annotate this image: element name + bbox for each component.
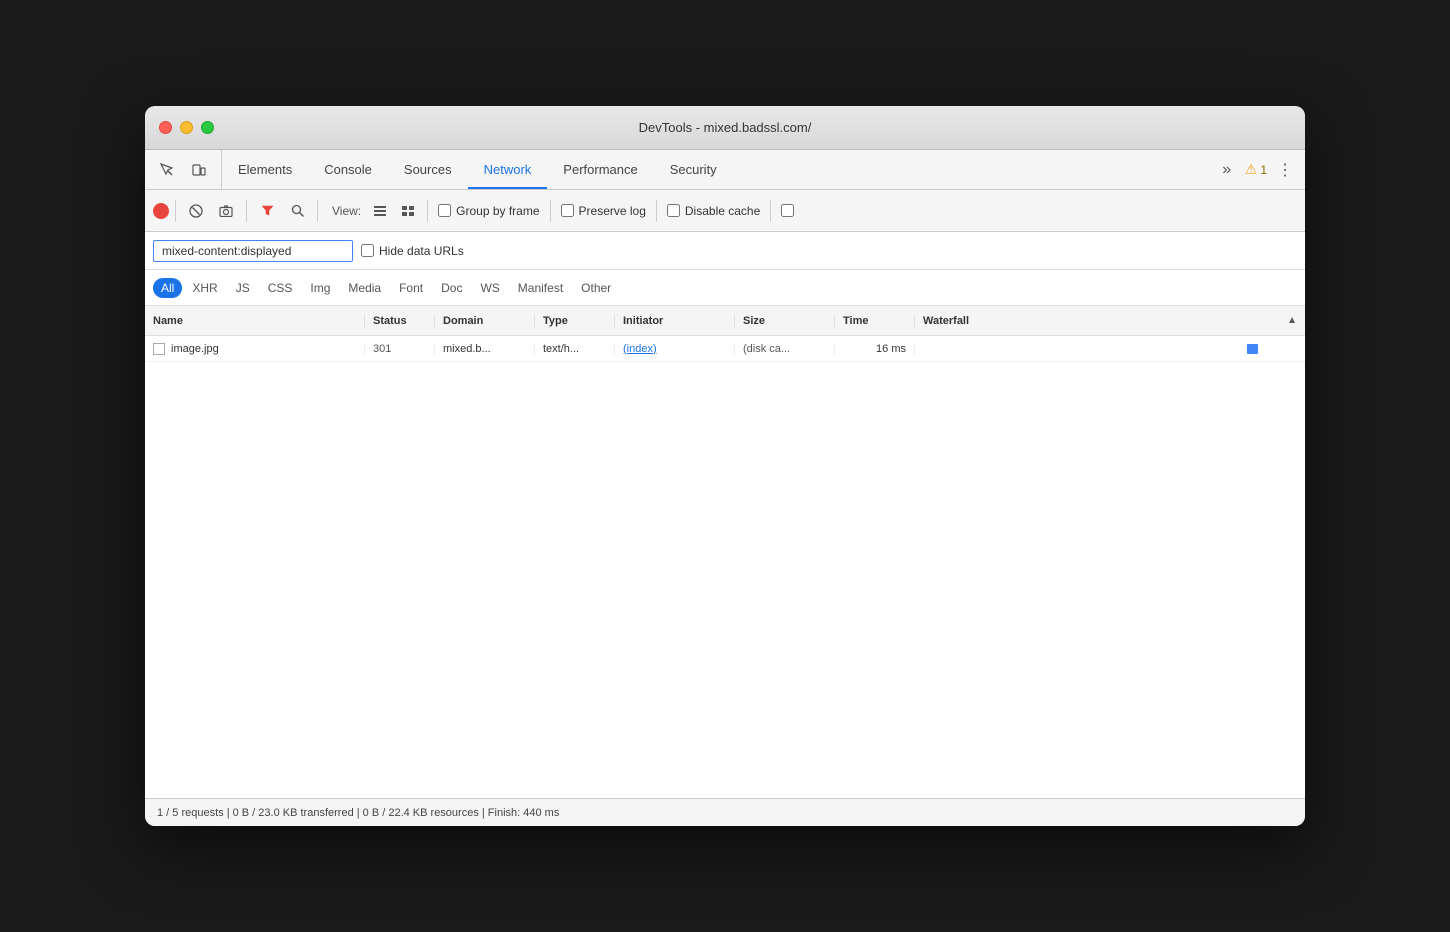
record-button[interactable] [153,203,169,219]
type-filter-bar: All XHR JS CSS Img Media Font Doc WS Man… [145,270,1305,306]
col-header-waterfall[interactable]: Waterfall ▲ [915,315,1305,327]
network-table: Name Status Domain Type Initiator Size T… [145,306,1305,798]
tab-nav: Elements Console Sources Network Perform… [222,150,1207,189]
cell-initiator: (index) [615,343,735,355]
filter-other[interactable]: Other [573,278,619,298]
divider-6 [656,200,657,222]
col-header-size[interactable]: Size [735,315,835,327]
tab-bar: Elements Console Sources Network Perform… [145,150,1305,190]
disable-cache-label[interactable]: Disable cache [667,204,760,218]
filter-media[interactable]: Media [340,278,389,298]
filter-js[interactable]: JS [228,278,258,298]
devtools-menu-button[interactable]: ⋮ [1273,158,1297,182]
cell-type: text/h... [535,343,615,355]
preserve-log-label[interactable]: Preserve log [561,204,646,218]
filter-css[interactable]: CSS [260,278,301,298]
extra-option-label[interactable] [781,204,794,217]
preserve-log-checkbox[interactable] [561,204,574,217]
view-list-button[interactable] [367,200,393,222]
cell-waterfall [915,336,1305,361]
cell-name: image.jpg [145,343,365,355]
group-by-frame-label[interactable]: Group by frame [438,204,539,218]
window-title: DevTools - mixed.badssl.com/ [639,120,812,135]
col-header-domain[interactable]: Domain [435,315,535,327]
camera-button[interactable] [212,197,240,225]
initiator-link[interactable]: (index) [623,343,657,355]
cell-domain: mixed.b... [435,343,535,355]
view-compact-button[interactable] [395,200,421,222]
tab-performance[interactable]: Performance [547,150,653,189]
view-label: View: [332,204,361,218]
divider-2 [246,200,247,222]
group-by-frame-text: Group by frame [456,204,539,218]
tab-network[interactable]: Network [468,150,548,189]
extra-option-checkbox[interactable] [781,204,794,217]
traffic-lights [159,121,214,134]
table-body: image.jpg 301 mixed.b... text/h... (inde… [145,336,1305,798]
col-header-status[interactable]: Status [365,315,435,327]
device-toggle-icon[interactable] [185,156,213,184]
clear-button[interactable] [182,197,210,225]
title-bar: DevTools - mixed.badssl.com/ [145,106,1305,150]
divider-3 [317,200,318,222]
inspect-icon[interactable] [153,156,181,184]
hide-data-urls-checkbox[interactable] [361,244,374,257]
table-row[interactable]: image.jpg 301 mixed.b... text/h... (inde… [145,336,1305,362]
col-header-time[interactable]: Time [835,315,915,327]
divider-4 [427,200,428,222]
hide-data-urls-text: Hide data URLs [379,244,464,258]
hide-data-urls-label[interactable]: Hide data URLs [361,244,464,258]
tab-sources[interactable]: Sources [388,150,468,189]
cell-status: 301 [365,343,435,355]
close-button[interactable] [159,121,172,134]
status-text: 1 / 5 requests | 0 B / 23.0 KB transferr… [157,807,559,819]
filter-input[interactable] [153,240,353,262]
divider-7 [770,200,771,222]
tab-security[interactable]: Security [654,150,733,189]
search-button[interactable] [283,197,311,225]
cell-size: (disk ca... [735,343,835,355]
preserve-log-text: Preserve log [579,204,646,218]
warning-count: 1 [1260,163,1267,177]
tab-bar-right: » ⚠ 1 ⋮ [1207,150,1305,189]
filter-doc[interactable]: Doc [433,278,470,298]
row-checkbox [153,343,165,355]
filter-manifest[interactable]: Manifest [510,278,571,298]
table-header: Name Status Domain Type Initiator Size T… [145,306,1305,336]
filter-button[interactable] [253,197,281,225]
filter-xhr[interactable]: XHR [184,278,225,298]
disable-cache-text: Disable cache [685,204,760,218]
file-name: image.jpg [171,343,219,355]
more-tabs-button[interactable]: » [1215,158,1239,182]
filter-all[interactable]: All [153,278,182,298]
col-header-initiator[interactable]: Initiator [615,315,735,327]
maximize-button[interactable] [201,121,214,134]
disable-cache-checkbox[interactable] [667,204,680,217]
filter-img[interactable]: Img [302,278,338,298]
status-bar: 1 / 5 requests | 0 B / 23.0 KB transferr… [145,798,1305,826]
group-by-frame-checkbox[interactable] [438,204,451,217]
minimize-button[interactable] [180,121,193,134]
filter-bar: Hide data URLs [145,232,1305,270]
col-header-name[interactable]: Name [145,315,365,327]
divider-5 [550,200,551,222]
network-toolbar: View: Group by frame Preserve log [145,190,1305,232]
filter-ws[interactable]: WS [472,278,507,298]
tab-console[interactable]: Console [308,150,388,189]
cell-time: 16 ms [835,343,915,355]
divider-1 [175,200,176,222]
tab-elements[interactable]: Elements [222,150,308,189]
col-header-type[interactable]: Type [535,315,615,327]
filter-font[interactable]: Font [391,278,431,298]
warning-icon: ⚠ [1245,161,1258,178]
waterfall-bar [1247,344,1259,354]
devtools-window: DevTools - mixed.badssl.com/ Elements Co… [145,106,1305,826]
tab-bar-tools [145,150,222,189]
warning-badge[interactable]: ⚠ 1 [1245,161,1267,178]
sort-arrow-icon: ▲ [1287,315,1297,326]
